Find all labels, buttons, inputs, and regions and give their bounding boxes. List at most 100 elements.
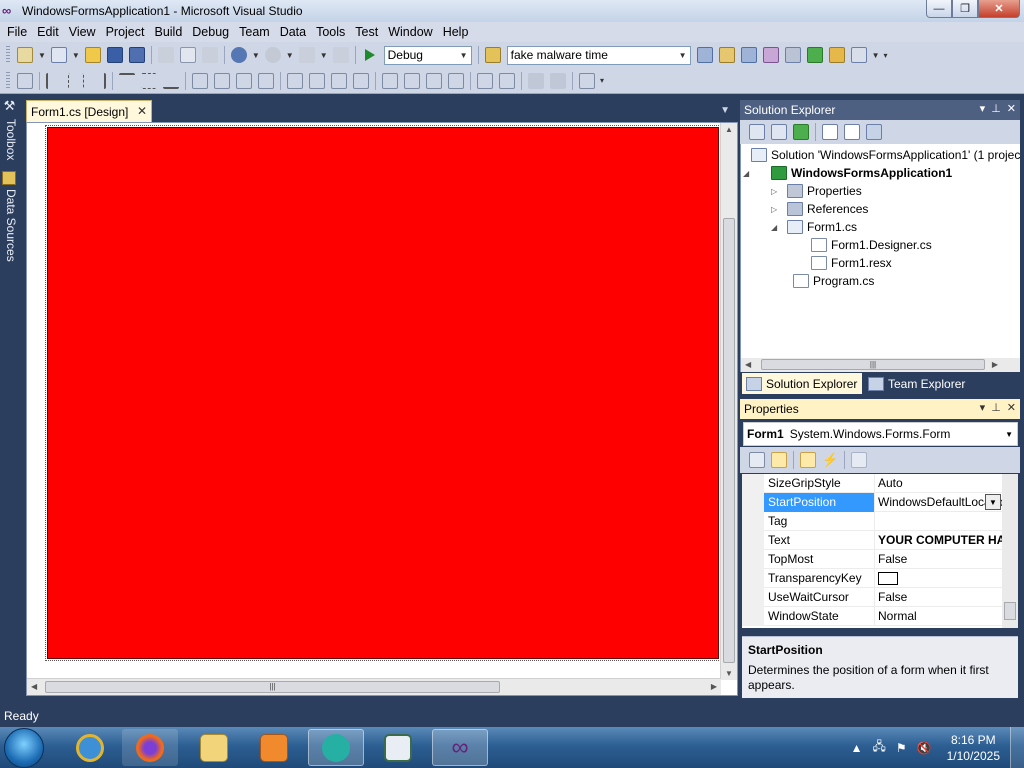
bring-to-front-icon[interactable] bbox=[528, 72, 544, 89]
property-value[interactable]: False bbox=[875, 588, 1002, 607]
command-window-icon[interactable] bbox=[850, 47, 867, 63]
properties-view-icon[interactable] bbox=[800, 452, 816, 468]
volume-muted-icon[interactable]: 🔇 bbox=[917, 741, 932, 755]
alphabetical-icon[interactable] bbox=[771, 452, 787, 468]
property-value-cell[interactable] bbox=[875, 569, 1002, 588]
property-row[interactable]: TopMost False bbox=[742, 550, 1002, 569]
scroll-right-icon[interactable]: ▶ bbox=[711, 682, 717, 691]
align-centers-icon[interactable] bbox=[68, 72, 84, 89]
view-code-icon[interactable] bbox=[822, 124, 838, 140]
taskbar-internet-explorer[interactable] bbox=[62, 729, 118, 766]
tree-item-program-cs[interactable]: Program.cs bbox=[793, 272, 874, 290]
redo-icon[interactable] bbox=[264, 47, 281, 63]
menu-debug[interactable]: Debug bbox=[187, 22, 234, 42]
toolbar-grip[interactable] bbox=[6, 46, 10, 64]
view-designer-icon[interactable] bbox=[844, 124, 860, 140]
property-grid-scrollbar[interactable] bbox=[1002, 474, 1018, 628]
designer-horizontal-scrollbar[interactable]: ◀ ||| ▶ bbox=[27, 678, 721, 695]
show-all-files-icon[interactable] bbox=[771, 124, 787, 140]
find-symbol-icon[interactable] bbox=[696, 47, 713, 63]
property-row[interactable]: UseWaitCursor False bbox=[742, 588, 1002, 607]
refresh-icon[interactable] bbox=[793, 124, 809, 140]
menu-window[interactable]: Window bbox=[383, 22, 437, 42]
show-hidden-icons-icon[interactable]: ▲ bbox=[851, 741, 863, 755]
events-lightning-icon[interactable]: ⚡ bbox=[822, 452, 838, 468]
navigate-backward-icon[interactable] bbox=[298, 47, 315, 63]
data-sources-tab[interactable]: Data Sources bbox=[2, 189, 18, 262]
pin-icon[interactable]: ⊥ bbox=[991, 401, 1001, 414]
menu-test[interactable]: Test bbox=[350, 22, 383, 42]
chevron-down-icon[interactable]: ▼ bbox=[286, 51, 294, 60]
new-project-icon[interactable] bbox=[17, 47, 33, 63]
categorized-icon[interactable] bbox=[749, 452, 765, 468]
start-debugging-icon[interactable] bbox=[364, 49, 375, 61]
toolbar-overflow-icon[interactable]: ▾ bbox=[600, 76, 604, 85]
collapse-arrow-icon[interactable]: ◢ bbox=[743, 169, 753, 178]
navigate-forward-icon[interactable] bbox=[332, 47, 349, 63]
horizontal-spacing-decrease-icon[interactable] bbox=[331, 72, 347, 89]
scroll-thumb[interactable]: ||| bbox=[761, 359, 985, 370]
menu-edit[interactable]: Edit bbox=[32, 22, 64, 42]
vertical-spacing-decrease-icon[interactable] bbox=[426, 72, 442, 89]
menu-tools[interactable]: Tools bbox=[311, 22, 350, 42]
menu-project[interactable]: Project bbox=[101, 22, 150, 42]
chevron-down-icon[interactable]: ▼ bbox=[985, 494, 1001, 510]
property-value[interactable]: Normal bbox=[875, 607, 1002, 626]
tree-item-form1-resx[interactable]: Form1.resx bbox=[811, 254, 892, 272]
scroll-up-icon[interactable]: ▲ bbox=[725, 125, 733, 134]
view-class-diagram-icon[interactable] bbox=[866, 124, 882, 140]
horizontal-spacing-remove-icon[interactable] bbox=[353, 72, 369, 89]
tree-item-properties[interactable]: ▷ Properties bbox=[771, 182, 862, 200]
property-row[interactable]: TransparencyKey bbox=[742, 569, 1002, 588]
property-row[interactable]: WindowState Normal bbox=[742, 607, 1002, 626]
expand-arrow-icon[interactable]: ▷ bbox=[771, 205, 781, 214]
cut-icon[interactable] bbox=[157, 47, 174, 63]
solution-explorer-icon[interactable] bbox=[718, 47, 735, 63]
align-bottoms-icon[interactable] bbox=[163, 73, 179, 89]
designer-vertical-scrollbar[interactable]: ▲ ▼ bbox=[720, 123, 737, 680]
open-folder-icon[interactable] bbox=[84, 47, 101, 63]
scroll-left-icon[interactable]: ◀ bbox=[31, 682, 37, 691]
form1-canvas[interactable] bbox=[47, 127, 719, 659]
property-value[interactable]: Auto bbox=[875, 474, 1002, 493]
expand-arrow-icon[interactable]: ▷ bbox=[771, 187, 781, 196]
undo-icon[interactable] bbox=[230, 47, 247, 63]
properties-icon[interactable] bbox=[749, 124, 765, 140]
find-combo[interactable]: fake malware time ▼ bbox=[506, 45, 691, 65]
horizontal-spacing-equal-icon[interactable] bbox=[287, 72, 303, 89]
scroll-left-icon[interactable]: ◀ bbox=[745, 360, 751, 369]
scroll-thumb[interactable]: ||| bbox=[45, 681, 500, 693]
save-icon[interactable] bbox=[106, 47, 123, 63]
solution-configuration-combo[interactable]: Debug ▼ bbox=[383, 45, 472, 65]
taskbar-media-player[interactable] bbox=[246, 729, 302, 766]
scroll-down-icon[interactable]: ▼ bbox=[725, 669, 733, 678]
pin-icon[interactable]: ⊥ bbox=[991, 102, 1001, 115]
collapse-arrow-icon[interactable]: ◢ bbox=[771, 223, 781, 232]
vertical-spacing-equal-icon[interactable] bbox=[382, 72, 398, 89]
start-page-icon[interactable] bbox=[806, 47, 823, 63]
copy-icon[interactable] bbox=[179, 47, 196, 63]
property-row[interactable]: Tag bbox=[742, 512, 1002, 531]
close-button[interactable]: ✕ bbox=[978, 0, 1020, 18]
scroll-thumb[interactable] bbox=[1004, 602, 1016, 620]
vertical-spacing-remove-icon[interactable] bbox=[448, 72, 464, 89]
menu-data[interactable]: Data bbox=[275, 22, 311, 42]
window-position-icon[interactable]: ▾ bbox=[980, 401, 986, 414]
align-to-grid-icon[interactable] bbox=[17, 72, 33, 89]
align-tops-icon[interactable] bbox=[119, 72, 135, 89]
make-same-size-icon[interactable] bbox=[258, 72, 274, 89]
window-position-icon[interactable]: ▾ bbox=[980, 102, 986, 115]
properties-window-icon[interactable] bbox=[740, 47, 757, 63]
property-value-cell[interactable]: WindowsDefaultLocation ▼ bbox=[875, 493, 1002, 512]
menu-build[interactable]: Build bbox=[149, 22, 187, 42]
center-horizontally-icon[interactable] bbox=[477, 72, 493, 89]
chevron-down-icon[interactable]: ▼ bbox=[1005, 430, 1013, 439]
close-icon[interactable]: ✕ bbox=[1007, 401, 1016, 414]
form-selection-frame[interactable] bbox=[45, 125, 721, 661]
chevron-down-icon[interactable]: ▼ bbox=[252, 51, 260, 60]
maximize-button[interactable]: ❐ bbox=[952, 0, 978, 18]
toolbox-tab[interactable]: Toolbox bbox=[2, 119, 18, 160]
close-icon[interactable]: ✕ bbox=[1007, 102, 1016, 115]
menu-file[interactable]: File bbox=[2, 22, 32, 42]
property-row[interactable]: Text YOUR COMPUTER HAS bbox=[742, 531, 1002, 550]
